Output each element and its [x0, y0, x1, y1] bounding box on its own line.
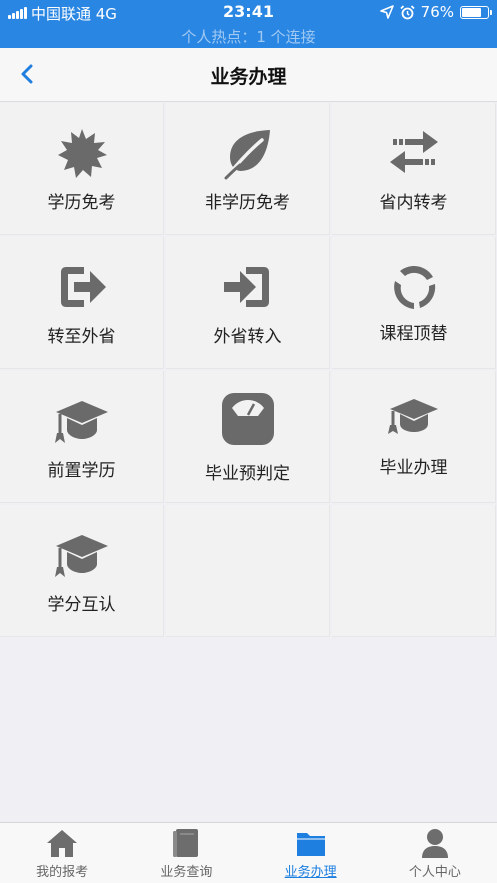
empty-grid-cell — [166, 505, 330, 637]
scale-icon — [221, 393, 274, 445]
folder-icon — [296, 833, 325, 856]
battery-icon — [460, 5, 492, 19]
empty-grid-cell — [332, 505, 496, 637]
service-item-prior-education[interactable]: 前置学历 — [0, 371, 164, 503]
service-item-credit-recognition[interactable]: 学分互认 — [0, 505, 164, 637]
sign-out-icon — [60, 267, 106, 307]
leaf-icon — [224, 130, 270, 180]
service-label: 课程顶替 — [379, 324, 448, 344]
location-arrow-icon — [379, 5, 394, 19]
service-label: 学分互认 — [47, 595, 116, 615]
tab-label: 个人中心 — [408, 865, 461, 880]
sign-in-icon — [223, 267, 269, 307]
page-title: 业务办理 — [210, 66, 287, 88]
tab-bar: 我的报考 业务查询 业务办理 个人中心 — [0, 822, 497, 883]
service-item-academic-exemption[interactable]: 学历免考 — [0, 103, 164, 235]
service-item-nonacademic-exemption[interactable]: 非学历免考 — [166, 103, 330, 235]
book-icon — [173, 829, 199, 857]
service-item-provincial-transfer[interactable]: 省内转考 — [332, 103, 496, 235]
service-label: 毕业办理 — [379, 458, 448, 478]
transfer-arrows-icon — [389, 131, 438, 173]
status-bar: 中国联通 4G 23:41 76% 个人热点：1 个连接 — [0, 0, 497, 48]
service-label: 学历免考 — [47, 193, 116, 213]
graduation-cap-icon — [54, 535, 108, 577]
service-label: 转至外省 — [47, 327, 116, 347]
badge-icon — [57, 129, 107, 178]
tab-business-query[interactable]: 业务查询 — [124, 823, 248, 883]
alarm-icon — [400, 4, 415, 19]
service-label: 毕业预判定 — [205, 464, 290, 484]
service-item-graduation-processing[interactable]: 毕业办理 — [332, 371, 496, 503]
nav-bar: 业务办理 — [0, 48, 497, 102]
user-icon — [421, 829, 448, 858]
tab-label: 我的报考 — [36, 865, 89, 880]
service-label: 外省转入 — [213, 327, 282, 347]
home-icon — [47, 830, 78, 857]
hotspot-banner[interactable]: 个人热点：1 个连接 — [0, 26, 497, 47]
tab-label: 业务办理 — [284, 865, 337, 880]
tab-business-handling[interactable]: 业务办理 — [249, 823, 373, 883]
refresh-icon — [393, 266, 435, 309]
tab-my-registration[interactable]: 我的报考 — [0, 823, 124, 883]
graduation-cap-icon — [54, 401, 108, 443]
tab-label: 业务查询 — [160, 865, 213, 880]
service-item-transfer-out[interactable]: 转至外省 — [0, 237, 164, 369]
service-item-course-substitution[interactable]: 课程顶替 — [332, 237, 496, 369]
tab-personal-center[interactable]: 个人中心 — [373, 823, 497, 883]
service-label: 省内转考 — [379, 193, 448, 213]
service-label: 前置学历 — [47, 461, 116, 481]
service-item-transfer-in[interactable]: 外省转入 — [166, 237, 330, 369]
service-item-graduation-pre-assessment[interactable]: 毕业预判定 — [166, 371, 330, 503]
battery-percent: 76% — [420, 3, 454, 21]
graduation-cap-icon — [387, 399, 438, 434]
service-label: 非学历免考 — [205, 193, 290, 213]
